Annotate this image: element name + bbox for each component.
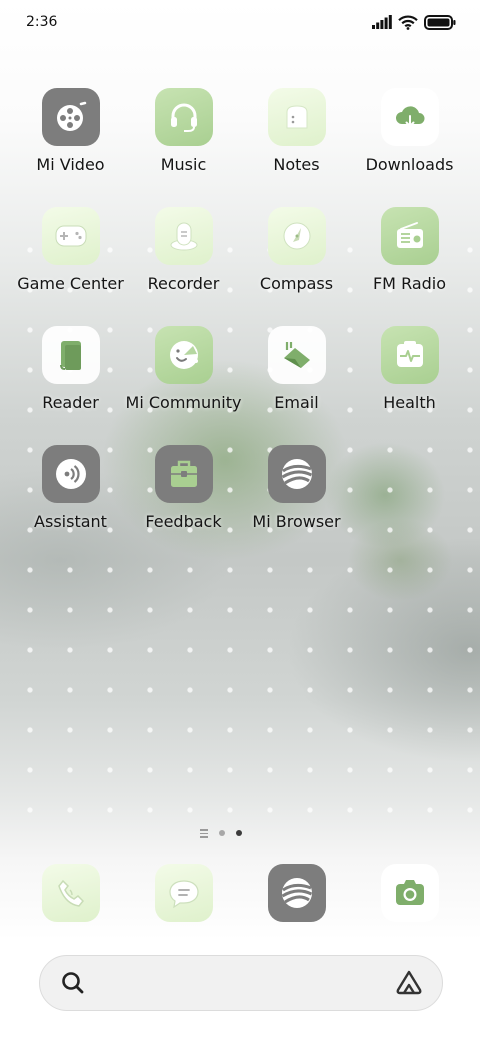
- app-mi-video[interactable]: Mi Video: [14, 88, 127, 174]
- app-label: Notes: [273, 155, 320, 174]
- app-recorder[interactable]: Recorder: [127, 207, 240, 293]
- app-label: Email: [274, 393, 319, 412]
- app-music[interactable]: Music: [127, 88, 240, 174]
- community-icon: [154, 326, 213, 384]
- cloud-download-icon: [380, 88, 439, 146]
- browser-icon: [267, 864, 326, 922]
- app-label: Music: [160, 155, 207, 174]
- signal-icon: [372, 15, 392, 29]
- compass-icon: [267, 207, 326, 265]
- app-mi-browser[interactable]: Mi Browser: [240, 445, 353, 531]
- assistant-logo-icon[interactable]: [394, 969, 424, 997]
- app-feedback[interactable]: Feedback: [127, 445, 240, 531]
- status-bar: 2:36: [0, 0, 480, 44]
- app-label: Assistant: [34, 512, 107, 531]
- headphones-icon: [154, 88, 213, 146]
- gamepad-icon: [41, 207, 100, 265]
- app-grid: Mi Video Music Notes Downloads Game Cent…: [14, 88, 466, 531]
- battery-icon: [424, 14, 456, 30]
- page-dot: [219, 830, 225, 837]
- app-mi-community[interactable]: Mi Community: [125, 326, 242, 412]
- app-label: Game Center: [17, 274, 124, 293]
- message-icon: [154, 864, 213, 922]
- assistant-icon: [41, 445, 100, 503]
- app-notes[interactable]: Notes: [240, 88, 353, 174]
- app-label: Feedback: [145, 512, 222, 531]
- app-fm-radio[interactable]: FM Radio: [353, 207, 466, 293]
- app-game-center[interactable]: Game Center: [14, 207, 127, 293]
- phone-icon: [41, 864, 100, 922]
- app-label: Downloads: [365, 155, 454, 174]
- wifi-icon: [398, 15, 418, 30]
- app-label: Health: [383, 393, 436, 412]
- search-icon[interactable]: [60, 970, 86, 996]
- notes-icon: [267, 88, 326, 146]
- dock-messages[interactable]: [127, 864, 240, 922]
- page-indicator-menu-icon: [200, 829, 208, 838]
- dock-phone[interactable]: [14, 864, 127, 922]
- status-icons: [372, 14, 456, 30]
- app-downloads[interactable]: Downloads: [353, 88, 466, 174]
- app-label: Compass: [259, 274, 334, 293]
- microphone-icon: [154, 207, 213, 265]
- app-reader[interactable]: Reader: [14, 326, 127, 412]
- video-reel-icon: [41, 88, 100, 146]
- page-dot-active: [236, 830, 242, 837]
- dock: [14, 864, 466, 922]
- search-bar[interactable]: [39, 955, 443, 1011]
- app-label: FM Radio: [372, 274, 447, 293]
- app-health[interactable]: Health: [353, 326, 466, 412]
- app-label: Reader: [42, 393, 99, 412]
- dock-browser[interactable]: [240, 864, 353, 922]
- app-assistant[interactable]: Assistant: [14, 445, 127, 531]
- heart-rate-icon: [380, 326, 439, 384]
- toolbox-icon: [154, 445, 213, 503]
- dock-camera[interactable]: [353, 864, 466, 922]
- globe-icon: [267, 445, 326, 503]
- mail-icon: [267, 326, 326, 384]
- app-email[interactable]: Email: [240, 326, 353, 412]
- radio-icon: [380, 207, 439, 265]
- app-compass[interactable]: Compass: [240, 207, 353, 293]
- page-indicator[interactable]: [200, 829, 242, 838]
- app-label: Mi Video: [36, 155, 105, 174]
- app-label: Mi Community: [125, 393, 242, 412]
- app-label: Mi Browser: [252, 512, 341, 531]
- book-icon: [41, 326, 100, 384]
- app-label: Recorder: [147, 274, 220, 293]
- camera-icon: [380, 864, 439, 922]
- status-time: 2:36: [26, 14, 58, 30]
